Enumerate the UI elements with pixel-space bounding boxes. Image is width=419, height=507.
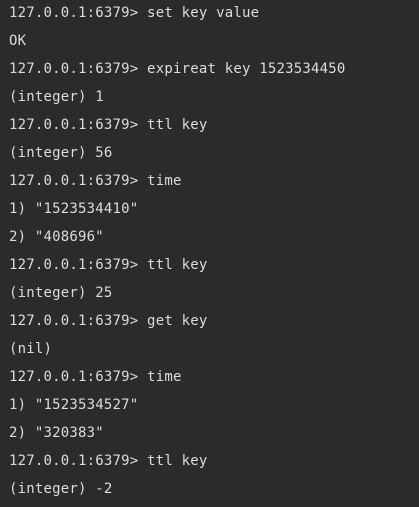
terminal-line-output: (nil): [9, 341, 53, 357]
terminal-line-prompt: 127.0.0.1:6379> ttl key: [9, 453, 208, 469]
terminal-line-output: (integer) 1: [9, 89, 104, 105]
terminal-line-prompt: 127.0.0.1:6379> time: [9, 173, 182, 189]
terminal-line-prompt: 127.0.0.1:6379> get key: [9, 313, 208, 329]
terminal-line-prompt: 127.0.0.1:6379> time: [9, 369, 182, 385]
terminal-line-output: (integer) -2: [9, 481, 113, 497]
terminal-line-output: OK: [9, 33, 27, 49]
terminal-line-prompt: 127.0.0.1:6379> set key value: [9, 5, 260, 21]
terminal-line-output: 2) "408696": [9, 229, 104, 245]
terminal-line-output: 2) "320383": [9, 425, 104, 441]
terminal-line-prompt: 127.0.0.1:6379> ttl key: [9, 257, 208, 273]
terminal-line-prompt: 127.0.0.1:6379> ttl key: [9, 117, 208, 133]
terminal-line-prompt: 127.0.0.1:6379> expireat key 1523534450: [9, 61, 346, 77]
terminal-line-output: 1) "1523534527": [9, 397, 139, 413]
terminal-line-output: (integer) 25: [9, 285, 113, 301]
redis-cli-terminal[interactable]: 127.0.0.1:6379> set key value OK 127.0.0…: [0, 0, 419, 505]
terminal-line-output: 1) "1523534410": [9, 201, 139, 217]
terminal-line-output: (integer) 56: [9, 145, 113, 161]
